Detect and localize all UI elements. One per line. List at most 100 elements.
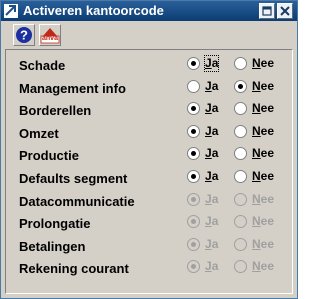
window-title: Activeren kantoorcode bbox=[23, 3, 164, 18]
radio-label: Nee bbox=[252, 101, 275, 116]
option-row: Borderellen Ja Nee bbox=[6, 98, 292, 120]
radio-label: Nee bbox=[252, 78, 275, 93]
option-label: Management info bbox=[19, 80, 126, 96]
radio-circle bbox=[234, 124, 247, 138]
radio-dot bbox=[191, 174, 196, 179]
radio-circle bbox=[187, 260, 200, 274]
option-label: Defaults segment bbox=[19, 171, 128, 186]
nee-radio[interactable]: Nee bbox=[234, 56, 290, 72]
radio-circle bbox=[234, 215, 247, 229]
nee-radio: Nee bbox=[234, 192, 290, 208]
ja-radio: Ja bbox=[187, 214, 237, 230]
radio-dot bbox=[191, 219, 196, 225]
nee-radio[interactable]: Nee bbox=[234, 124, 290, 140]
restore-icon bbox=[262, 6, 272, 16]
ja-radio[interactable]: Ja bbox=[187, 55, 237, 72]
radio-dot bbox=[191, 61, 196, 66]
radio-circle bbox=[234, 147, 247, 161]
option-row: Omzet Ja Nee bbox=[6, 121, 292, 143]
nee-radio: Nee bbox=[234, 259, 290, 275]
option-row: Rekening courant Ja Nee bbox=[6, 256, 292, 278]
nee-radio[interactable]: Nee bbox=[234, 101, 290, 117]
option-row: Management info Ja Nee bbox=[6, 76, 292, 98]
radio-circle bbox=[234, 192, 247, 206]
radio-circle bbox=[234, 237, 247, 251]
radio-circle bbox=[234, 260, 247, 274]
radio-label: Ja bbox=[205, 191, 219, 206]
radio-label: Nee bbox=[252, 146, 275, 161]
radio-circle bbox=[187, 147, 200, 161]
radio-label: Ja bbox=[205, 169, 219, 183]
option-label: Omzet bbox=[19, 125, 59, 141]
radio-label: Nee bbox=[252, 191, 275, 206]
radio-label: Ja bbox=[205, 146, 219, 161]
close-icon bbox=[280, 6, 290, 16]
radio-dot bbox=[191, 106, 196, 112]
help-button[interactable]: ? bbox=[13, 24, 35, 46]
title-bar[interactable]: Activeren kantoorcode bbox=[1, 1, 297, 21]
ja-radio[interactable]: Ja bbox=[187, 101, 237, 117]
radio-label: Nee bbox=[252, 214, 275, 229]
nee-radio[interactable]: Nee bbox=[234, 79, 290, 95]
option-label: Betalingen bbox=[19, 238, 86, 254]
radio-circle bbox=[187, 79, 200, 93]
radio-label: Nee bbox=[252, 169, 275, 183]
radio-circle bbox=[187, 237, 200, 251]
option-label: Datacommunicatie bbox=[19, 193, 135, 209]
radio-dot bbox=[191, 128, 196, 134]
ja-radio[interactable]: Ja bbox=[187, 124, 237, 140]
ja-radio[interactable]: Ja bbox=[187, 79, 237, 95]
radio-label: Nee bbox=[252, 236, 275, 251]
options-panel: Schade Ja Nee Management info Ja Nee Borderell… bbox=[5, 49, 293, 294]
close-button[interactable] bbox=[277, 3, 293, 19]
nee-radio: Nee bbox=[234, 237, 290, 253]
radio-label: Nee bbox=[252, 123, 275, 138]
option-row: Productie Ja Nee bbox=[6, 143, 292, 165]
radio-circle bbox=[234, 57, 247, 70]
ja-radio: Ja bbox=[187, 259, 237, 275]
nee-radio: Nee bbox=[234, 214, 290, 230]
ja-radio: Ja bbox=[187, 192, 237, 208]
ja-radio[interactable]: Ja bbox=[187, 146, 237, 162]
radio-dot bbox=[191, 151, 196, 157]
radio-label: Ja bbox=[205, 123, 219, 138]
radio-label: Ja bbox=[205, 101, 219, 116]
ja-radio[interactable]: Ja bbox=[187, 169, 237, 185]
radio-circle bbox=[187, 57, 200, 70]
radio-label: Nee bbox=[252, 56, 275, 70]
anva-button[interactable]: anva bbox=[39, 24, 61, 46]
radio-circle bbox=[187, 124, 200, 138]
radio-label: Nee bbox=[252, 259, 275, 274]
option-row: Schade Ja Nee bbox=[6, 53, 292, 75]
option-label: Rekening courant bbox=[19, 261, 129, 277]
option-row: Datacommunicatie Ja Nee bbox=[6, 189, 292, 211]
radio-label: Ja bbox=[205, 236, 219, 251]
ja-radio: Ja bbox=[187, 237, 237, 253]
radio-label: Ja bbox=[203, 55, 220, 72]
radio-circle bbox=[187, 192, 200, 206]
radio-circle bbox=[187, 170, 200, 183]
radio-dot bbox=[191, 196, 196, 202]
radio-circle bbox=[187, 102, 200, 116]
nee-radio[interactable]: Nee bbox=[234, 146, 290, 162]
toolbar: ? anva bbox=[2, 22, 296, 49]
radio-label: Ja bbox=[205, 78, 219, 93]
option-label: Productie bbox=[19, 148, 79, 164]
dialog-window: Activeren kantoorcode ? anva Schade Ja N… bbox=[0, 0, 298, 299]
radio-circle bbox=[234, 102, 247, 116]
anva-label: anva bbox=[42, 35, 58, 42]
nee-radio[interactable]: Nee bbox=[234, 169, 290, 185]
help-question-icon: ? bbox=[16, 27, 32, 43]
option-row: Betalingen Ja Nee bbox=[6, 234, 292, 256]
restore-button[interactable] bbox=[259, 3, 275, 19]
radio-label: Ja bbox=[205, 214, 219, 229]
option-label: Schade bbox=[19, 58, 66, 73]
radio-dot bbox=[238, 83, 243, 89]
radio-circle bbox=[234, 170, 247, 183]
option-label: Borderellen bbox=[19, 103, 92, 119]
radio-dot bbox=[191, 264, 196, 270]
radio-circle bbox=[187, 215, 200, 229]
app-arrow-icon bbox=[4, 4, 18, 18]
option-row: Defaults segment Ja Nee bbox=[6, 166, 292, 188]
svg-text:?: ? bbox=[20, 28, 28, 43]
